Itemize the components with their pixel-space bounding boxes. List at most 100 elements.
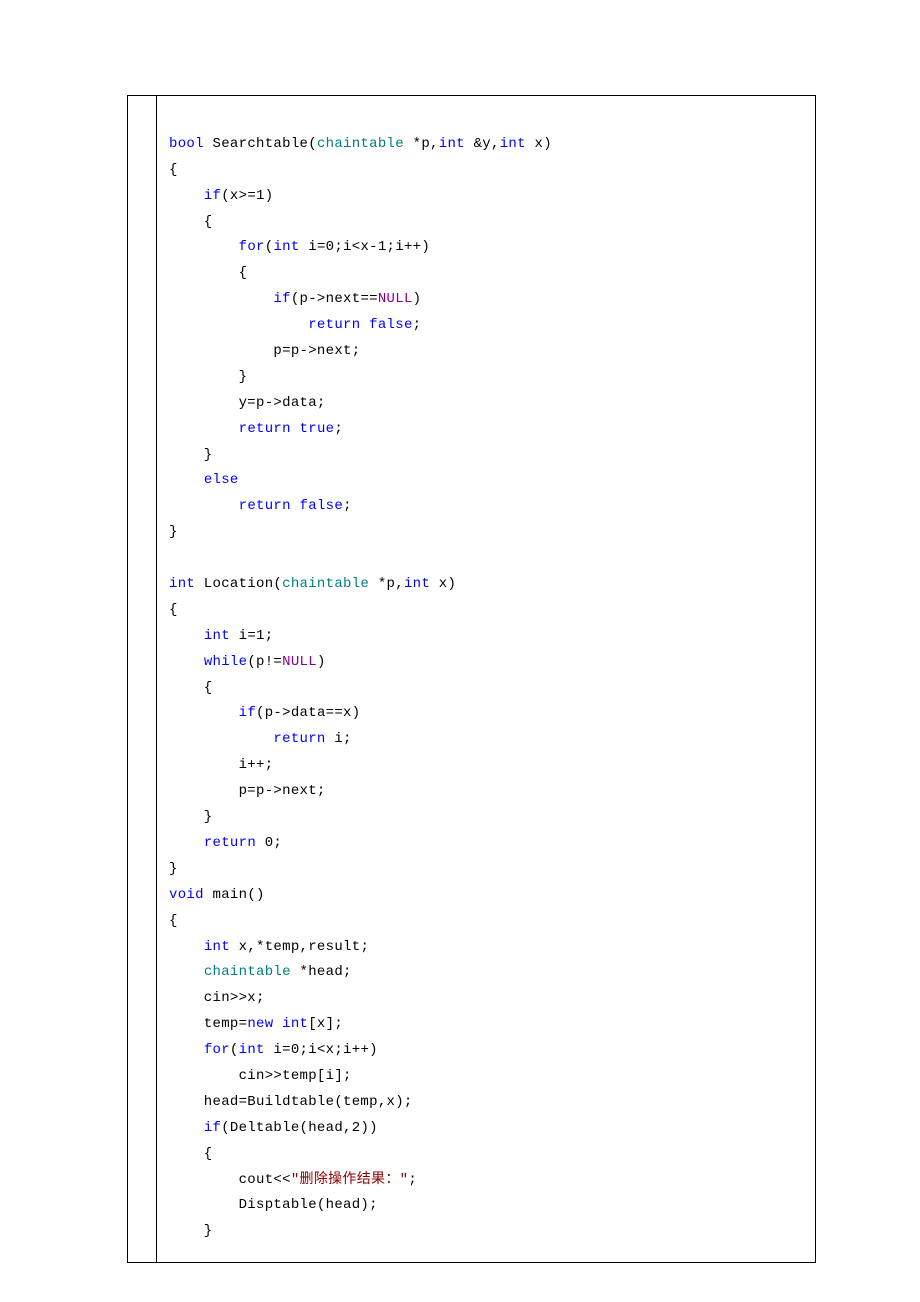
code-token: NULL — [282, 654, 317, 670]
code-token: p=p->next; — [169, 343, 360, 359]
code-token: for — [204, 1042, 230, 1058]
code-token: head=Buildtable(temp,x); — [169, 1094, 413, 1110]
code-token — [291, 421, 300, 437]
code-token: *head; — [291, 964, 352, 980]
code-token: chaintable — [317, 136, 404, 152]
code-token: cin>>temp[i]; — [169, 1068, 352, 1084]
code-token: } — [169, 369, 247, 385]
code-token: ( — [230, 1042, 239, 1058]
code-token: ; — [334, 421, 343, 437]
code-token: x) — [430, 576, 456, 592]
document-page: bool Searchtable(chaintable *p,int &y,in… — [0, 0, 920, 1302]
code-token: return — [204, 835, 256, 851]
code-token — [169, 421, 239, 437]
code-token — [169, 472, 204, 488]
code-token: *p, — [404, 136, 439, 152]
code-token — [169, 188, 204, 204]
code-token: int — [500, 136, 526, 152]
code-token: ; — [408, 1172, 417, 1188]
code-token: y=p->data; — [169, 395, 326, 411]
code-token — [169, 317, 308, 333]
code-token: (Deltable(head,2)) — [221, 1120, 378, 1136]
code-token: x) — [526, 136, 552, 152]
code-token: main() — [204, 887, 265, 903]
code-token: ) — [413, 291, 422, 307]
code-token: i=0;i<x-1;i++) — [300, 239, 431, 255]
code-token: temp= — [169, 1016, 247, 1032]
code-token: true — [300, 421, 335, 437]
code-token: while — [204, 654, 248, 670]
code-token: i++; — [169, 757, 273, 773]
code-token: ) — [317, 654, 326, 670]
code-token: int — [273, 239, 299, 255]
code-token: } — [169, 861, 178, 877]
code-token: void — [169, 887, 204, 903]
code-token: cin>>x; — [169, 990, 265, 1006]
code-token: Searchtable( — [204, 136, 317, 152]
code-token: if — [204, 188, 221, 204]
code-token: [x]; — [308, 1016, 343, 1032]
code-token: Location( — [195, 576, 282, 592]
code-token — [169, 939, 204, 955]
code-token: int — [439, 136, 465, 152]
code-token — [169, 654, 204, 670]
code-token: new — [247, 1016, 273, 1032]
code-token: cout<< — [169, 1172, 291, 1188]
code-token: false — [300, 498, 344, 514]
code-token: false — [369, 317, 413, 333]
code-token: i=1; — [230, 628, 274, 644]
code-token: (x>=1) — [221, 188, 273, 204]
code-token: *p, — [369, 576, 404, 592]
code-token: { — [169, 1146, 213, 1162]
code-frame: bool Searchtable(chaintable *p,int &y,in… — [127, 95, 816, 1263]
code-token — [291, 498, 300, 514]
code-token — [169, 1120, 204, 1136]
code-token — [169, 239, 239, 255]
code-token: { — [169, 602, 178, 618]
code-token: { — [169, 913, 178, 929]
code-token: (p->next== — [291, 291, 378, 307]
code-token: { — [169, 162, 178, 178]
code-token: return — [239, 421, 291, 437]
code-token: if — [239, 705, 256, 721]
code-token: ; — [413, 317, 422, 333]
code-token: return — [308, 317, 360, 333]
code-token: int — [169, 576, 195, 592]
line-gutter — [128, 96, 157, 1262]
code-token: { — [169, 265, 247, 281]
code-token: int — [204, 628, 230, 644]
code-token: p=p->next; — [169, 783, 326, 799]
code-token: } — [169, 447, 213, 463]
code-token: Disptable(head); — [169, 1197, 378, 1213]
code-token: } — [169, 524, 178, 540]
code-token: ; — [343, 498, 352, 514]
code-token: int — [239, 1042, 265, 1058]
code-token: int — [204, 939, 230, 955]
code-token: int — [404, 576, 430, 592]
code-token: bool — [169, 136, 204, 152]
code-token: int — [282, 1016, 308, 1032]
code-token — [169, 705, 239, 721]
code-token: } — [169, 1223, 213, 1239]
code-token: (p->data==x) — [256, 705, 360, 721]
code-token: return — [273, 731, 325, 747]
code-block: bool Searchtable(chaintable *p,int &y,in… — [157, 96, 815, 1262]
code-token: { — [169, 214, 213, 230]
code-token: chaintable — [282, 576, 369, 592]
code-token — [360, 317, 369, 333]
code-token: chaintable — [204, 964, 291, 980]
code-token — [169, 731, 273, 747]
code-token: &y, — [465, 136, 500, 152]
code-token: "删除操作结果：" — [291, 1172, 409, 1188]
code-token: for — [239, 239, 265, 255]
code-token — [169, 291, 273, 307]
code-token: NULL — [378, 291, 413, 307]
code-token: (p!= — [247, 654, 282, 670]
code-token: 0; — [256, 835, 282, 851]
code-token: if — [273, 291, 290, 307]
code-token: } — [169, 809, 213, 825]
code-token: i=0;i<x;i++) — [265, 1042, 378, 1058]
code-token — [169, 835, 204, 851]
code-token: { — [169, 680, 213, 696]
code-token: if — [204, 1120, 221, 1136]
